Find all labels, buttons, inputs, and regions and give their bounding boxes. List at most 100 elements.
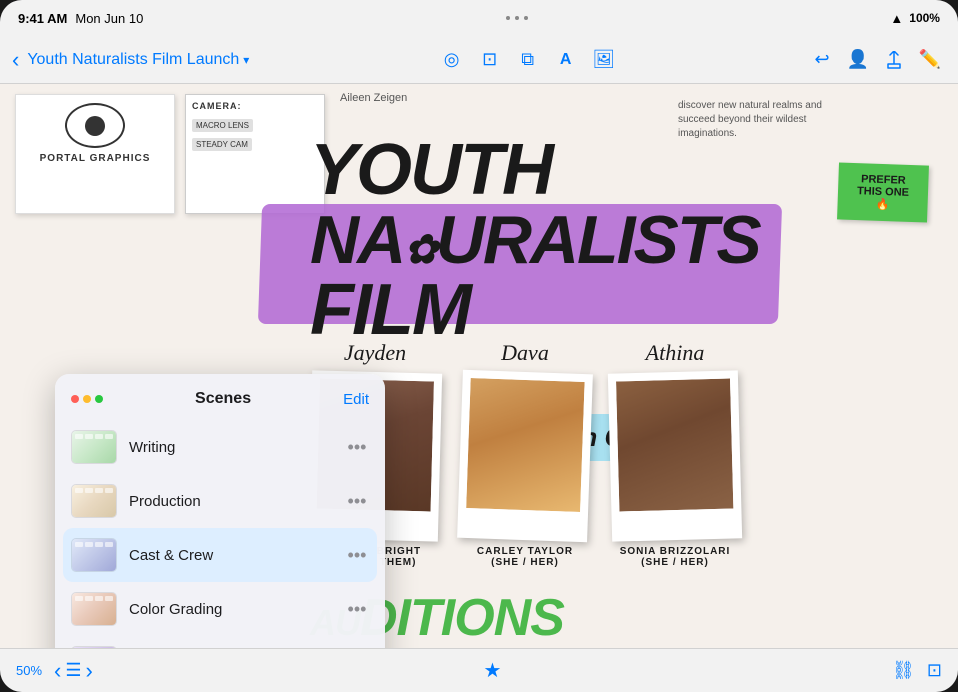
zoom-level[interactable]: 50% xyxy=(16,663,42,678)
scene-name-writing: Writing xyxy=(129,439,333,456)
cast2-script-name: Dava xyxy=(501,340,549,366)
layers-tool-button[interactable]: ⧉ xyxy=(512,44,544,76)
cast2-polaroid xyxy=(457,370,593,542)
writing-thumb-bg xyxy=(72,431,116,463)
camera-info-card: CAMERA: MACRO LENS STEADY CAM xyxy=(185,94,325,214)
back-button[interactable]: ‹ xyxy=(12,47,19,73)
writing-more-button[interactable]: ••• xyxy=(345,435,369,459)
toolbar-center: ★ xyxy=(483,658,501,683)
film-title-youth: YOUTH ✿ xyxy=(310,134,858,206)
cast-more-button[interactable]: ••• xyxy=(345,543,369,567)
cast2-photo xyxy=(466,378,584,512)
cast3-image xyxy=(616,379,733,512)
cast2-image xyxy=(466,378,584,512)
nav-center-tools: ◎ ⊡ ⧉ A 🖼 xyxy=(436,44,620,76)
dot1 xyxy=(506,16,510,20)
document-title[interactable]: Youth Naturalists Film Launch ▾ xyxy=(27,51,249,69)
window-controls xyxy=(71,395,103,403)
link-button[interactable]: ⛓ xyxy=(892,660,915,681)
status-bar: 9:41 AM Mon Jun 10 ▲ 100% xyxy=(0,0,958,36)
sketch-card: PORTAL GRAPHICS xyxy=(15,94,175,214)
marketing-thumb-bg xyxy=(72,647,116,648)
color-more-button[interactable]: ••• xyxy=(345,597,369,621)
scenes-panel-header: Scenes Edit xyxy=(55,374,385,420)
scene-item-marketing[interactable]: Marketing ••• xyxy=(63,636,377,648)
bottom-toolbar: 50% ‹ ☰ › ★ ⛓ ⊡ xyxy=(0,648,958,692)
scenes-panel: Scenes Edit xyxy=(55,374,385,648)
cast1-script-name: Jayden xyxy=(344,340,406,366)
share-button[interactable] xyxy=(878,44,910,76)
sticky-note-text: PREFER THIS ONE 🔥 xyxy=(857,173,909,211)
film-title-area: YOUTH ✿ NA✿URALISTS FILM xyxy=(310,134,858,346)
prev-page-button[interactable]: ‹ xyxy=(54,658,61,684)
star-icon[interactable]: ★ xyxy=(483,658,501,683)
cast3-script-name: Athina xyxy=(646,340,705,366)
scene-thumb-cast xyxy=(71,538,117,572)
document-title-text: Youth Naturalists Film Launch xyxy=(27,51,239,69)
cast-photos-section: Jayden TY FULLBRIGHT(THEY / THEM) Dava xyxy=(310,340,938,568)
camera-title: CAMERA: xyxy=(192,101,318,111)
film-title-film: FILM xyxy=(310,274,858,346)
scene-name-production: Production xyxy=(129,493,333,510)
layout-tool-button[interactable]: ⊡ xyxy=(474,44,506,76)
production-thumb-bg xyxy=(72,485,116,517)
portal-graphics-text: PORTAL GRAPHICS xyxy=(24,153,166,164)
time-display: 9:41 AM xyxy=(18,11,67,26)
main-content: Aileen Zeigen discover new natural realm… xyxy=(0,84,958,648)
image-tool-button[interactable]: 🖼 xyxy=(588,44,620,76)
production-thumb-dots xyxy=(72,485,116,496)
page-list-button[interactable]: ☰ xyxy=(65,660,81,681)
sketch-eye xyxy=(65,103,125,148)
scenes-edit-button[interactable]: Edit xyxy=(343,391,369,408)
production-more-button[interactable]: ••• xyxy=(345,489,369,513)
status-bar-center-dots xyxy=(506,16,528,20)
aileen-label: Aileen Zeigen xyxy=(340,92,407,104)
collaborators-button[interactable]: 👤 xyxy=(842,44,874,76)
camera-tag-2: STEADY CAM xyxy=(192,134,318,153)
text-tool-button[interactable]: A xyxy=(550,44,582,76)
nav-bar: ‹ Youth Naturalists Film Launch ▾ ◎ ⊡ ⧉ … xyxy=(0,36,958,84)
steady-cam-tag: STEADY CAM xyxy=(192,138,252,151)
scene-item-cast-crew[interactable]: Cast & Crew ••• xyxy=(63,528,377,582)
toolbar-left: 50% ‹ ☰ › xyxy=(16,658,93,684)
scene-item-production[interactable]: Production ••• xyxy=(63,474,377,528)
cast-thumb-bg xyxy=(72,539,116,571)
edit-button[interactable]: ✏️ xyxy=(914,44,946,76)
scenes-panel-title: Scenes xyxy=(195,390,251,408)
camera-tag-1: MACRO LENS xyxy=(192,115,318,134)
youth-text: YOUTH xyxy=(310,130,552,210)
nav-left: ‹ Youth Naturalists Film Launch ▾ xyxy=(12,47,249,73)
view-button[interactable]: ⊡ xyxy=(927,660,942,681)
naturalists-flower: ✿ xyxy=(404,228,436,272)
date-display: Mon Jun 10 xyxy=(75,11,143,26)
bottom-green-main: DITIONS xyxy=(360,589,564,647)
color-thumb-bg xyxy=(72,593,116,625)
status-bar-right: ▲ 100% xyxy=(890,11,940,26)
marketing-thumb-dots xyxy=(72,647,116,648)
macro-lens-tag: MACRO LENS xyxy=(192,119,253,132)
color-thumb-dots xyxy=(72,593,116,604)
title-chevron-icon: ▾ xyxy=(243,53,249,67)
naturalists-text2: URALISTS xyxy=(436,202,760,278)
circle-tool-button[interactable]: ◎ xyxy=(436,44,468,76)
scene-thumb-production xyxy=(71,484,117,518)
toolbar-navigation: ‹ ☰ › xyxy=(54,658,93,684)
undo-button[interactable]: ↩ xyxy=(806,44,838,76)
wifi-icon: ▲ xyxy=(890,11,903,26)
nav-right-tools: ↩ 👤 ✏️ xyxy=(806,44,946,76)
canvas-area[interactable]: Aileen Zeigen discover new natural realm… xyxy=(0,84,958,648)
dot2 xyxy=(515,16,519,20)
toolbar-right: ⛓ ⊡ xyxy=(892,660,942,681)
close-dot xyxy=(71,395,79,403)
scene-item-writing[interactable]: Writing ••• xyxy=(63,420,377,474)
next-page-button[interactable]: › xyxy=(86,658,93,684)
cast-thumb-dots xyxy=(72,539,116,550)
cast3-polaroid xyxy=(608,370,742,541)
cast-item-2: Dava CARLEY TAYLOR(SHE / HER) xyxy=(460,340,590,568)
scene-thumb-marketing xyxy=(71,646,117,648)
scene-thumb-color xyxy=(71,592,117,626)
dot3 xyxy=(524,16,528,20)
naturalists-text: NA xyxy=(310,202,404,278)
scene-item-color-grading[interactable]: Color Grading ••• xyxy=(63,582,377,636)
maximize-dot xyxy=(95,395,103,403)
